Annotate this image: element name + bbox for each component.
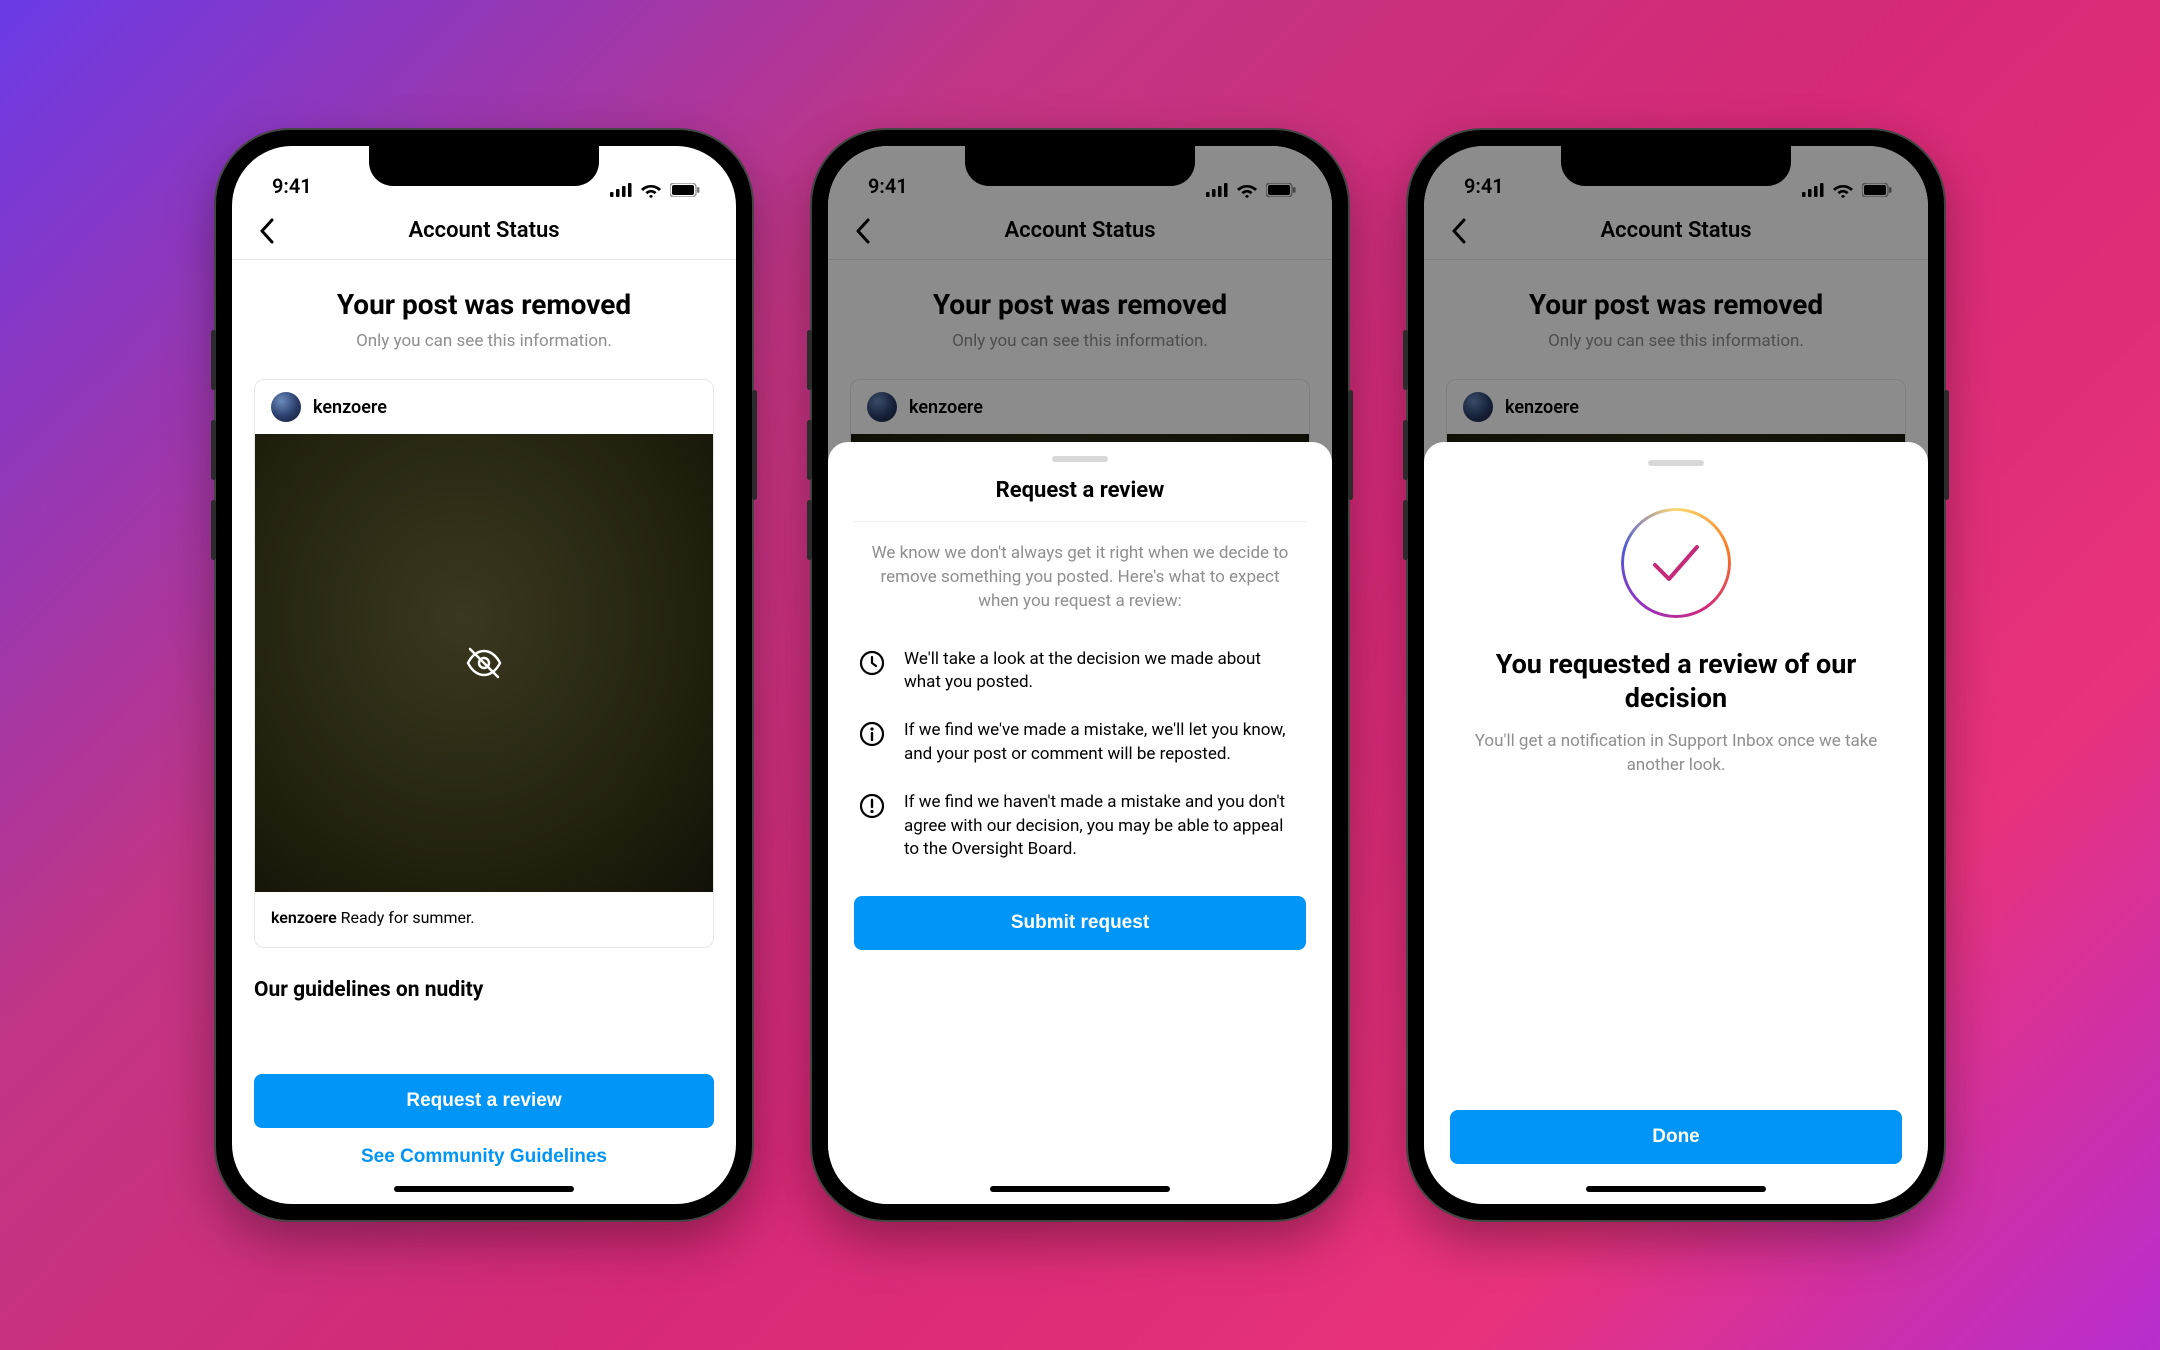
- phone-mockup-1: 9:41 Account Status Your post was remove…: [216, 130, 752, 1220]
- status-time: 9:41: [868, 174, 908, 198]
- home-indicator[interactable]: [394, 1186, 574, 1192]
- success-check-icon: [1621, 508, 1731, 618]
- wifi-icon: [640, 182, 662, 198]
- removed-post-card: kenzoere kenzoere Ready for summer.: [254, 379, 714, 948]
- eye-off-icon: [464, 643, 504, 683]
- cellular-icon: [1206, 183, 1228, 197]
- post-caption: kenzoere Ready for summer.: [255, 892, 713, 947]
- post-username: kenzoere: [313, 397, 387, 418]
- review-step-2: If we find we've made a mistake, we'll l…: [854, 707, 1306, 779]
- wifi-icon: [1832, 182, 1854, 198]
- request-review-button[interactable]: Request a review: [254, 1074, 714, 1128]
- status-time: 9:41: [1464, 174, 1504, 198]
- battery-icon: [1862, 183, 1892, 197]
- cellular-icon: [1802, 183, 1824, 197]
- device-notch: [369, 146, 599, 186]
- sheet-intro: We know we don't always get it right whe…: [854, 522, 1306, 635]
- nav-bar: Account Status: [1424, 202, 1928, 260]
- battery-icon: [670, 183, 700, 197]
- status-time: 9:41: [272, 174, 312, 198]
- cellular-icon: [610, 183, 632, 197]
- alert-icon: [858, 791, 886, 862]
- sheet-title: Request a review: [854, 478, 1306, 522]
- avatar: [1463, 392, 1493, 422]
- page-heading: Your post was removed: [254, 288, 714, 321]
- status-indicators: [1802, 182, 1892, 198]
- nav-bar: Account Status: [232, 202, 736, 260]
- page-subtitle: Only you can see this information.: [1446, 331, 1906, 351]
- phone-mockup-3: 9:41 Account Status Your post was remove…: [1408, 130, 1944, 1220]
- review-confirmation-sheet: You requested a review of our decision Y…: [1424, 442, 1928, 1204]
- back-button[interactable]: [252, 216, 282, 246]
- avatar: [271, 392, 301, 422]
- page-heading: Your post was removed: [1446, 288, 1906, 321]
- battery-icon: [1266, 183, 1296, 197]
- device-notch: [965, 146, 1195, 186]
- review-step-3: If we find we haven't made a mistake and…: [854, 779, 1306, 874]
- wifi-icon: [1236, 182, 1258, 198]
- done-button[interactable]: Done: [1450, 1110, 1902, 1164]
- review-step-1: We'll take a look at the decision we mad…: [854, 636, 1306, 708]
- nav-title: Account Status: [1600, 218, 1751, 243]
- clock-icon: [858, 648, 886, 696]
- status-indicators: [610, 182, 700, 198]
- chevron-left-icon: [855, 218, 871, 244]
- submit-request-button[interactable]: Submit request: [854, 896, 1306, 950]
- confirmation-subtitle: You'll get a notification in Support Inb…: [1450, 730, 1902, 778]
- chevron-left-icon: [259, 218, 275, 244]
- chevron-left-icon: [1451, 218, 1467, 244]
- back-button[interactable]: [1444, 216, 1474, 246]
- home-indicator[interactable]: [1586, 1186, 1766, 1192]
- post-username: kenzoere: [1505, 397, 1579, 418]
- nav-title: Account Status: [1004, 218, 1155, 243]
- device-notch: [1561, 146, 1791, 186]
- avatar: [867, 392, 897, 422]
- post-username: kenzoere: [909, 397, 983, 418]
- home-indicator[interactable]: [990, 1186, 1170, 1192]
- sheet-handle[interactable]: [1648, 460, 1704, 466]
- back-button[interactable]: [848, 216, 878, 246]
- request-review-sheet: Request a review We know we don't always…: [828, 442, 1332, 1204]
- sheet-handle[interactable]: [1052, 456, 1108, 462]
- page-subtitle: Only you can see this information.: [850, 331, 1310, 351]
- post-image-hidden: [255, 434, 713, 892]
- nav-title: Account Status: [408, 218, 559, 243]
- phone-mockup-2: 9:41 Account Status Your post was remove…: [812, 130, 1348, 1220]
- nav-bar: Account Status: [828, 202, 1332, 260]
- confirmation-title: You requested a review of our decision: [1450, 648, 1902, 716]
- see-guidelines-link[interactable]: See Community Guidelines: [254, 1146, 714, 1168]
- page-heading: Your post was removed: [850, 288, 1310, 321]
- post-header: kenzoere: [255, 380, 713, 434]
- status-indicators: [1206, 182, 1296, 198]
- page-subtitle: Only you can see this information.: [254, 331, 714, 351]
- guidelines-heading: Our guidelines on nudity: [254, 978, 714, 1002]
- info-icon: [858, 719, 886, 767]
